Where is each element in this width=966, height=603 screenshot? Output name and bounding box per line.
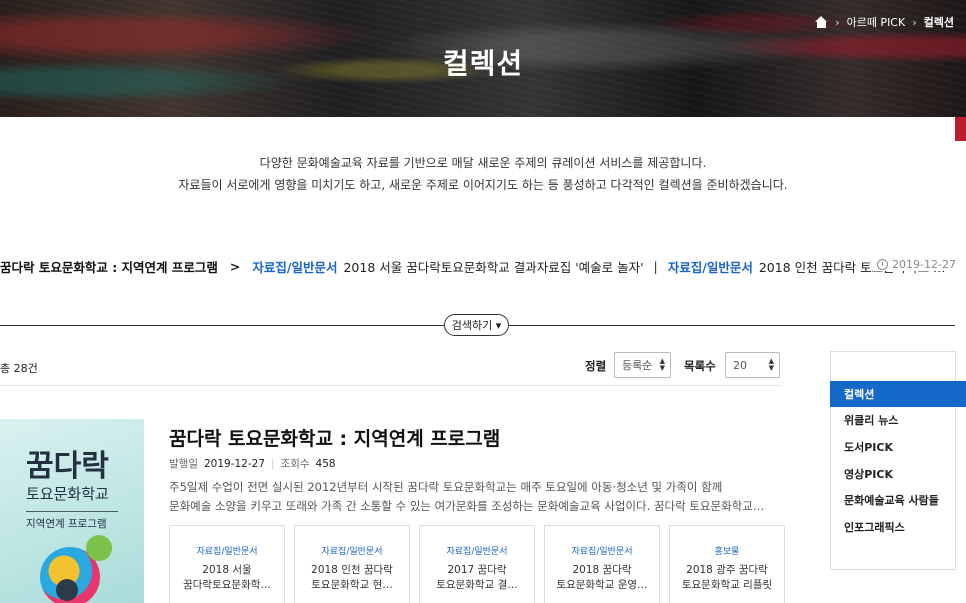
card-title: 2018 광주 꿈다락 토요문화학교 리플릿 xyxy=(681,564,773,591)
sort-select[interactable]: 등록순 ▲ ▼ xyxy=(614,352,671,378)
side-menu-item-infographics[interactable]: 인포그래픽스 xyxy=(830,514,956,540)
chevron-right-icon: › xyxy=(912,15,917,29)
search-toggle-label: 검색하기 ▾ xyxy=(451,319,502,332)
thumb-caption: 지역연계 프로그램 xyxy=(26,518,107,530)
card-category: 자료집/일반문서 xyxy=(321,547,383,557)
thumb-subtitle: 토요문화학교 xyxy=(26,485,109,503)
collection-title[interactable]: 꿈다락 토요문화학교 : 지역연계 프로그램 xyxy=(169,424,500,451)
side-menu-item-people[interactable]: 문화예술교육 사람들 xyxy=(830,487,956,513)
related-item-card[interactable]: 자료집/일반문서 2017 꿈다락 토요문화학교 결… xyxy=(419,525,535,603)
card-category: 자료집/일반문서 xyxy=(196,547,258,557)
sort-select-value: 등록순 xyxy=(622,359,653,372)
ticker-date: 2019-12-27 xyxy=(873,258,956,271)
select-arrows-icon: ▲ ▼ xyxy=(768,357,774,372)
side-menu-item-video-pick[interactable]: 영상PICK xyxy=(830,461,956,487)
card-title: 2018 서울 꿈다락토요문화학… xyxy=(183,564,271,591)
count-select[interactable]: 20 ▲ ▼ xyxy=(725,352,780,378)
side-menu-item-book-pick[interactable]: 도서PICK xyxy=(830,434,956,460)
clock-icon xyxy=(877,259,889,270)
date-label: 발행일 xyxy=(169,458,198,470)
related-item-card[interactable]: 자료집/일반문서 2018 서울 꿈다락토요문화학… xyxy=(169,525,285,603)
count-label: 목록수 xyxy=(684,359,716,373)
breadcrumb-section[interactable]: 아르떼 PICK xyxy=(847,14,906,30)
chevron-right-icon: › xyxy=(835,15,840,29)
card-title: 2017 꿈다락 토요문화학교 결… xyxy=(436,564,518,591)
page-title: 컬렉션 xyxy=(442,47,524,80)
breadcrumb: › 아르떼 PICK › 컬렉션 xyxy=(815,14,954,30)
side-menu-item-collection[interactable]: 컬렉션 xyxy=(830,381,966,407)
publish-date: 2019-12-27 xyxy=(203,457,266,470)
related-items: 자료집/일반문서 2018 서울 꿈다락토요문화학… 자료집/일반문서 2018 … xyxy=(169,525,785,603)
breadcrumb-current: 컬렉션 xyxy=(923,16,954,29)
home-icon[interactable] xyxy=(815,16,828,28)
select-arrows-icon: ▲ ▼ xyxy=(659,357,665,372)
ticker-item-category: 자료집/일반문서 xyxy=(667,259,753,275)
thumb-title: 꿈다락 xyxy=(26,449,109,484)
card-category: 홍보물 xyxy=(714,547,740,557)
collection-ticker: 꿈다락 토요문화학교 : 지역연계 프로그램 > 자료집/일반문서 2018 서… xyxy=(0,256,966,276)
collection-description: 주5일제 수업이 전면 실시된 2012년부터 시작된 꿈다락 토요문화학교는 … xyxy=(169,480,765,513)
intro-line: 다양한 문화예술교육 자료를 기반으로 매달 새로운 주제의 큐레이션 서비스를… xyxy=(259,156,707,170)
total-count: 총 28건 xyxy=(0,362,38,375)
related-item-card[interactable]: 홍보물 2018 광주 꿈다락 토요문화학교 리플릿 xyxy=(669,525,785,603)
views-label: 조회수 xyxy=(280,458,310,470)
ticker-collection-title[interactable]: 꿈다락 토요문화학교 : 지역연계 프로그램 xyxy=(0,257,218,276)
card-title: 2018 인천 꿈다락 토요문화학교 현… xyxy=(311,564,393,591)
card-category: 자료집/일반문서 xyxy=(446,547,508,557)
related-item-card[interactable]: 자료집/일반문서 2018 꿈다락 토요문화학교 운영… xyxy=(544,525,660,603)
sort-label: 정렬 xyxy=(585,359,607,373)
search-toggle-button[interactable]: 검색하기 ▾ xyxy=(444,314,509,336)
ticker-separator: | xyxy=(653,258,658,274)
ticker-arrow: > xyxy=(229,258,241,274)
ticker-date-text: 2019-12-27 xyxy=(892,258,956,271)
count-select-value: 20 xyxy=(733,358,747,372)
intro-text: 다양한 문화예술교육 자료를 기반으로 매달 새로운 주제의 큐레이션 서비스를… xyxy=(0,152,966,196)
ticker-item-category: 자료집/일반문서 xyxy=(252,259,338,275)
intro-line: 자료들이 서로에게 영향을 미치기도 하고, 새로운 주제로 이어지기도 하는 … xyxy=(178,178,788,192)
collection-thumbnail[interactable]: 꿈다락 토요문화학교 지역연계 프로그램 xyxy=(0,419,144,603)
collection-meta: 발행일 2019-12-27 | 조회수 458 xyxy=(169,457,336,471)
side-banner-tab[interactable] xyxy=(955,117,966,141)
view-count: 458 xyxy=(315,457,336,470)
card-category: 자료집/일반문서 xyxy=(571,547,633,557)
hero-banner: 컬렉션 › 아르떼 PICK › 컬렉션 xyxy=(0,0,966,117)
related-item-card[interactable]: 자료집/일반문서 2018 인천 꿈다락 토요문화학교 현… xyxy=(294,525,410,603)
card-title: 2018 꿈다락 토요문화학교 운영… xyxy=(556,564,648,591)
side-menu-item-weekly-news[interactable]: 위클리 뉴스 xyxy=(830,407,956,433)
ticker-item-title[interactable]: 2018 서울 꿈다락토요문화학교 결과자료집 '예술로 놀자' xyxy=(343,257,643,276)
toolbar-divider xyxy=(0,385,781,386)
